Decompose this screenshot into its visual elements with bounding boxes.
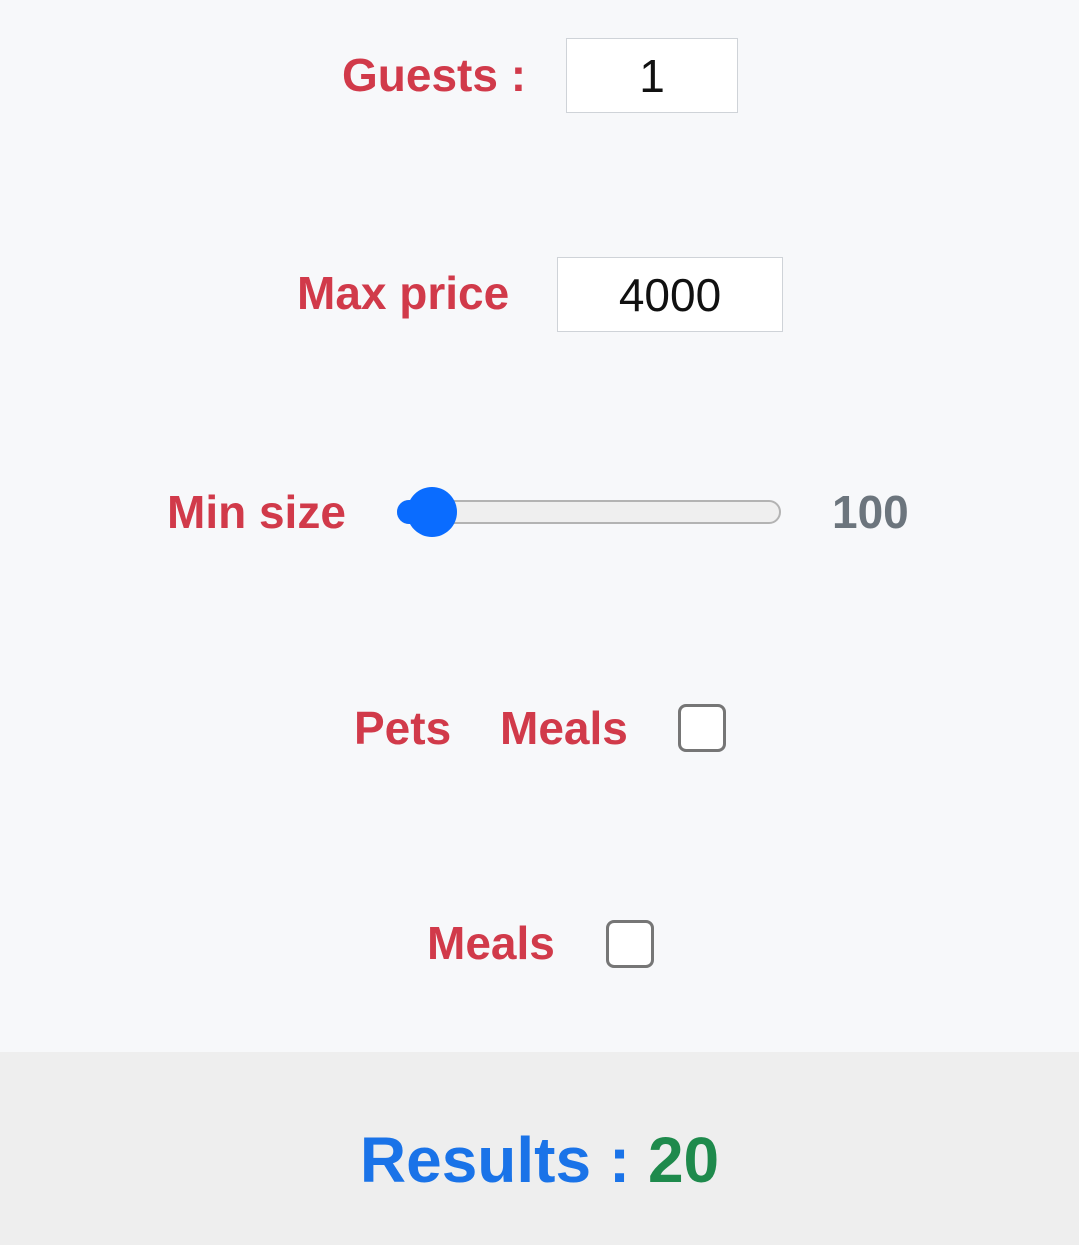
min-size-value: 100 (832, 486, 909, 538)
guests-input[interactable]: 1 (566, 38, 738, 113)
results-text: Results : 20 (0, 1128, 1079, 1192)
results-count: 20 (647, 1124, 720, 1196)
guests-label: Guests : (342, 49, 527, 101)
meals-label-2: Meals (427, 917, 555, 969)
pets-meals-checkbox[interactable] (678, 704, 726, 752)
min-size-label: Min size (167, 486, 346, 538)
max-price-label: Max price (297, 267, 510, 319)
slider-thumb[interactable] (407, 487, 458, 537)
results-label: Results : (359, 1124, 631, 1196)
meals-checkbox[interactable] (606, 920, 654, 968)
pets-label: Pets (354, 702, 452, 754)
meals-label: Meals (500, 702, 628, 754)
max-price-input[interactable]: 4000 (557, 257, 783, 332)
